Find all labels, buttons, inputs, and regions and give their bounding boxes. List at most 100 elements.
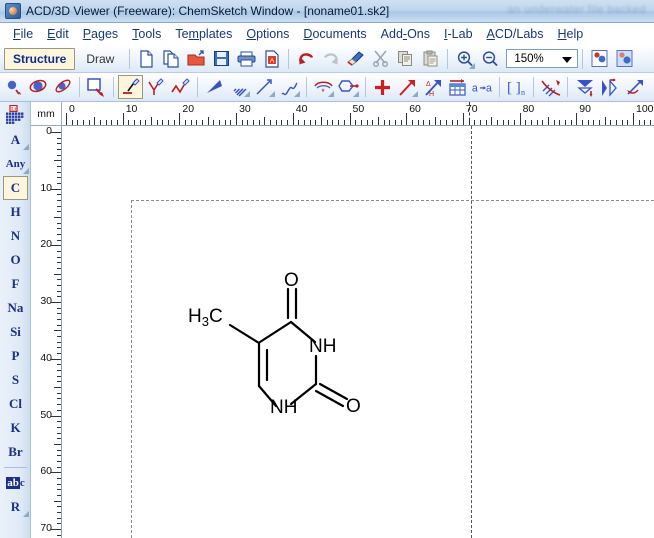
delete-bond-icon[interactable]	[538, 75, 563, 99]
atom-orbit-icon[interactable]	[50, 75, 75, 99]
redo-icon[interactable]	[318, 47, 343, 71]
element-button-n[interactable]: N	[0, 224, 31, 248]
clean-structure-icon[interactable]	[343, 47, 368, 71]
r-group-tool-button[interactable]: R	[0, 495, 31, 519]
thymine-structure[interactable]: H3C O NH NH O	[62, 126, 654, 538]
zoom-level-select[interactable]: 150%	[506, 49, 579, 68]
dropdown-corner	[328, 91, 334, 97]
new-document-icon[interactable]	[134, 47, 159, 71]
menu-edit[interactable]: Edit	[40, 25, 76, 43]
element-button-any[interactable]: Any	[0, 152, 31, 176]
print-icon[interactable]	[234, 47, 259, 71]
bracket-polymer-icon[interactable]: [ ] n	[504, 75, 529, 99]
menu-file[interactable]: File	[6, 25, 40, 43]
nh-label-bottom: NH	[270, 397, 297, 418]
ruler-tick	[51, 302, 61, 304]
element-button-h[interactable]: H	[0, 200, 31, 224]
atom-replace-icon[interactable]: aa	[470, 75, 495, 99]
undo-icon[interactable]	[293, 47, 318, 71]
table-icon[interactable]	[445, 75, 470, 99]
flip-vertical-icon[interactable]	[572, 75, 597, 99]
view-3d-icon[interactable]	[587, 47, 612, 71]
menu-tools[interactable]: Tools	[125, 25, 168, 43]
mode-draw-button[interactable]: Draw	[77, 48, 123, 70]
ruler-tick	[156, 120, 158, 125]
periodic-table-icon[interactable]: Li	[0, 102, 31, 128]
ruler-label: 90	[579, 103, 591, 115]
cut-icon[interactable]	[368, 47, 393, 71]
ruler-tick	[400, 120, 402, 125]
view-3d-optimize-icon[interactable]	[612, 47, 637, 71]
flip-horizontal-icon[interactable]	[597, 75, 622, 99]
ruler-tick	[57, 494, 61, 496]
ruler-unit-box[interactable]: mm	[31, 102, 62, 126]
element-button-f[interactable]: F	[0, 272, 31, 296]
zoom-out-icon[interactable]	[477, 47, 502, 71]
ruler-tick	[275, 120, 277, 125]
ruler-tick	[247, 120, 249, 125]
save-icon[interactable]	[209, 47, 234, 71]
element-button-cl[interactable]: Cl	[0, 392, 31, 416]
element-button-na[interactable]: Na	[0, 296, 31, 320]
horizontal-ruler[interactable]: 0 10 20 30 40 50 60 70 80 90 100	[62, 102, 654, 126]
vertical-ruler[interactable]: 0 10 20 30 40 50 60 70	[31, 126, 62, 538]
menu-acd-labs[interactable]: ACD/Labs	[480, 25, 551, 43]
wedge-hash-bond-icon[interactable]	[227, 75, 252, 99]
reaction-arrow-icon[interactable]	[395, 75, 420, 99]
charge-ring-icon[interactable]	[336, 75, 361, 99]
draw-chain-icon[interactable]	[143, 75, 168, 99]
paste-icon[interactable]	[418, 47, 443, 71]
ruler-tick	[122, 113, 124, 125]
optimize-3d-icon[interactable]	[25, 75, 50, 99]
zoom-in-icon[interactable]	[452, 47, 477, 71]
ruler-tick	[57, 137, 61, 139]
rotate-3d-icon[interactable]	[0, 75, 25, 99]
text-tool-button[interactable]: abc	[0, 471, 31, 495]
ruler-label: 30	[239, 103, 251, 115]
menu-add-ons[interactable]: Add-Ons	[374, 25, 437, 43]
open-folder-icon[interactable]	[184, 47, 209, 71]
mode-structure-button[interactable]: Structure	[4, 47, 76, 70]
ruler-tick	[553, 120, 555, 125]
plain-bond-icon[interactable]	[252, 75, 277, 99]
wedge-up-bond-icon[interactable]	[202, 75, 227, 99]
element-button-p[interactable]: P	[0, 344, 31, 368]
add-plus-icon[interactable]	[370, 75, 395, 99]
menu-i-lab[interactable]: I-Lab	[437, 25, 480, 43]
menu-help[interactable]: Help	[551, 25, 591, 43]
reaction-conditions-icon[interactable]: ΔH	[420, 75, 445, 99]
ruler-tick	[57, 392, 61, 394]
export-pdf-icon[interactable]: A	[259, 47, 284, 71]
ruler-tick	[57, 211, 61, 213]
draw-normal-bond-icon[interactable]	[118, 75, 143, 99]
copy-icon[interactable]	[393, 47, 418, 71]
draw-zigzag-icon[interactable]	[168, 75, 193, 99]
ruler-tick	[51, 528, 61, 530]
element-button-si[interactable]: Si	[0, 320, 31, 344]
ruler-tick	[360, 120, 362, 125]
menu-pages[interactable]: Pages	[76, 25, 125, 43]
element-button-k[interactable]: K	[0, 416, 31, 440]
element-button-br[interactable]: Br	[0, 440, 31, 464]
ruler-tick	[576, 113, 578, 125]
ruler-tick	[389, 120, 391, 125]
menu-documents[interactable]: Documents	[296, 25, 373, 43]
ruler-tick	[292, 113, 294, 125]
copy-page-icon[interactable]	[159, 47, 184, 71]
element-button-c[interactable]: C	[3, 176, 28, 200]
menu-options[interactable]: Options	[239, 25, 296, 43]
select-rectangle-icon[interactable]	[84, 75, 109, 99]
ruler-tick	[355, 120, 357, 125]
element-button-s[interactable]: S	[0, 368, 31, 392]
wavy-bond-icon[interactable]	[277, 75, 302, 99]
ruler-tick	[57, 534, 61, 536]
menu-templates[interactable]: Templates	[168, 25, 239, 43]
drawing-canvas[interactable]: H3C O NH NH O	[62, 126, 654, 538]
radical-icon[interactable]: *	[311, 75, 336, 99]
element-button-a[interactable]: A	[0, 128, 31, 152]
rotate-structure-icon[interactable]	[622, 75, 647, 99]
dropdown-corner	[244, 91, 250, 97]
ruler-tick	[627, 120, 629, 125]
ruler-tick	[57, 143, 61, 145]
element-button-o[interactable]: O	[0, 248, 31, 272]
